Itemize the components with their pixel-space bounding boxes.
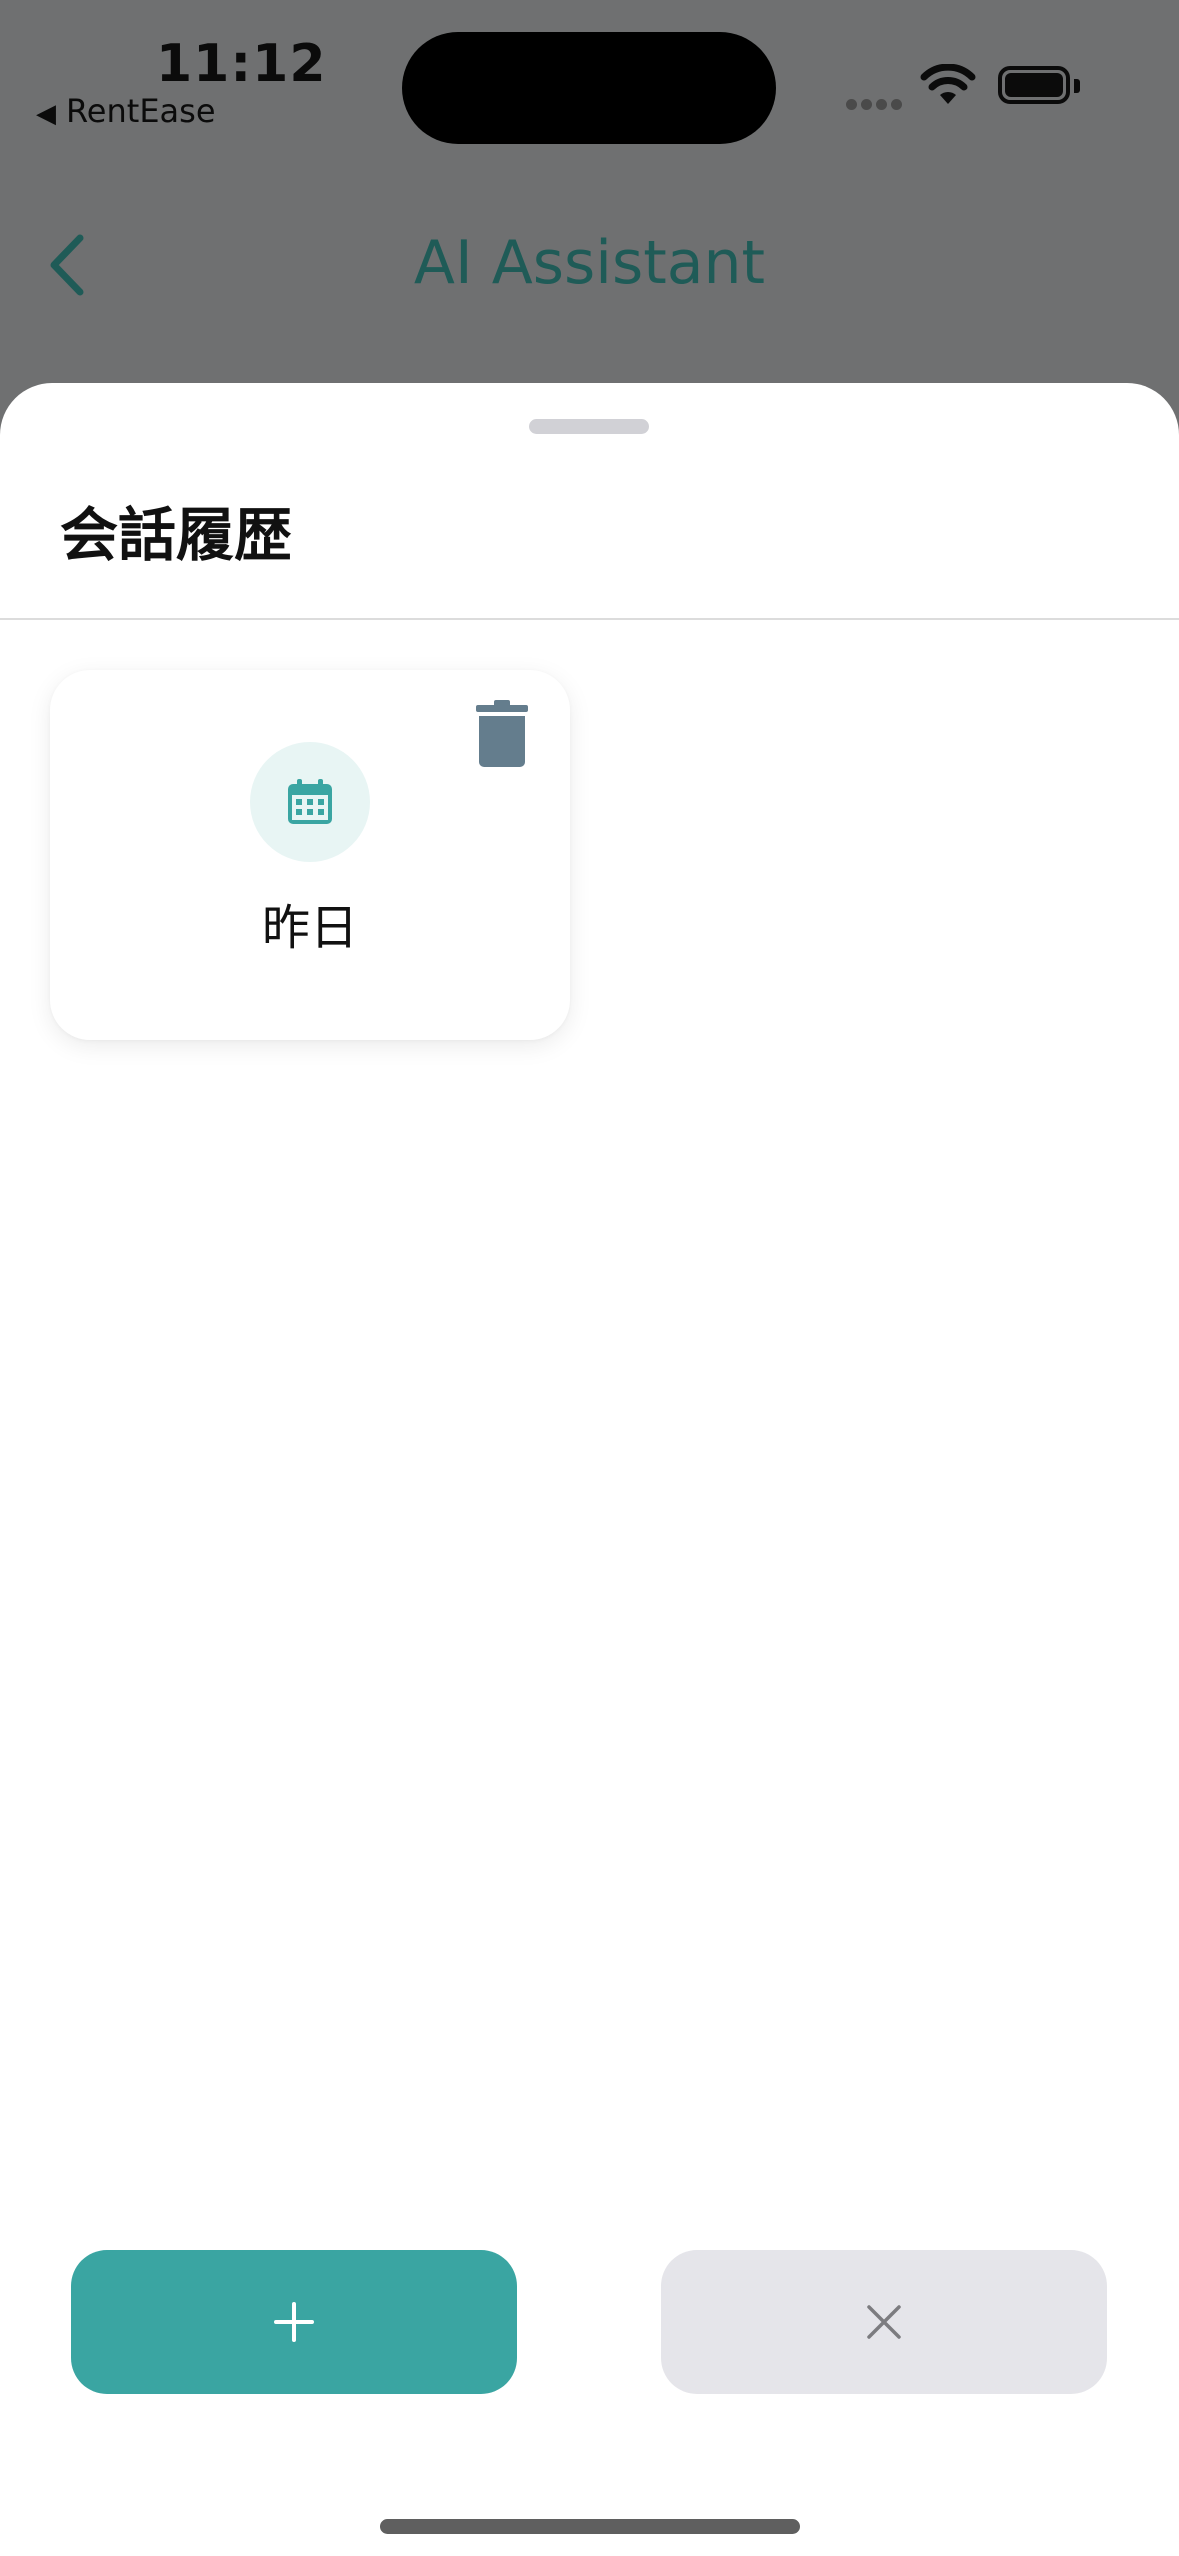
history-sheet: 会話履歴 昨日 — [0, 383, 1179, 2556]
dynamic-island — [402, 32, 776, 144]
sheet-title: 会話履歴 — [60, 501, 293, 569]
battery-cap — [1074, 79, 1080, 93]
history-item-label: 昨日 — [261, 900, 358, 956]
calendar-icon — [288, 779, 332, 824]
battery-icon — [998, 66, 1070, 104]
divider — [0, 618, 1179, 620]
close-button[interactable] — [661, 2250, 1107, 2394]
status-bar: 11:12 ◀ RentEase — [0, 0, 1179, 180]
home-indicator — [380, 2519, 800, 2534]
close-icon — [867, 2305, 901, 2339]
history-card[interactable]: 昨日 — [50, 670, 570, 1040]
new-chat-button[interactable] — [71, 2250, 517, 2394]
sheet-grabber[interactable] — [529, 419, 649, 434]
trash-icon[interactable] — [474, 700, 530, 768]
calendar-icon-badge — [250, 742, 370, 862]
page-title: AI Assistant — [413, 228, 766, 298]
status-time: 11:12 — [156, 34, 327, 94]
navigation-bar: AI Assistant — [0, 190, 1179, 330]
back-triangle-icon: ◀ — [36, 99, 56, 129]
wifi-icon — [920, 64, 976, 104]
back-app-label: RentEase — [66, 92, 216, 130]
plus-icon — [274, 2302, 314, 2342]
cellular-signal-icon — [846, 95, 906, 114]
back-to-app-link[interactable]: ◀ RentEase — [36, 92, 216, 130]
